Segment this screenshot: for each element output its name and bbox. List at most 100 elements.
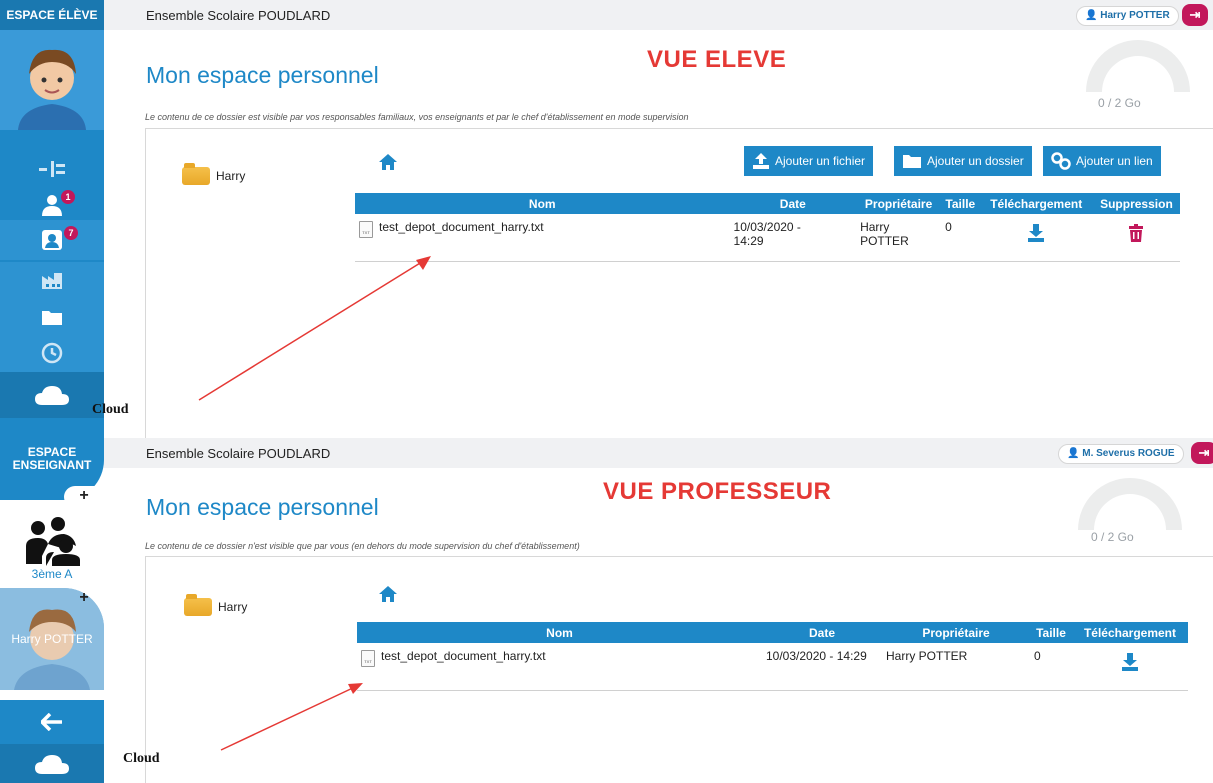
download-icon[interactable] xyxy=(1121,653,1139,671)
user-menu[interactable]: 👤 M. Severus ROGUE xyxy=(1058,444,1184,464)
file-date: 10/03/2020 - 14:29 xyxy=(762,643,882,691)
student-topbar: Ensemble Scolaire POUDLARD 👤 Harry POTTE… xyxy=(104,0,1213,30)
cloud-icon xyxy=(35,386,69,405)
class-label: 3ème A xyxy=(31,567,73,581)
folder-icon xyxy=(42,311,62,325)
folder-icon xyxy=(903,155,921,168)
logout-button[interactable]: ⇥ xyxy=(1191,442,1213,464)
student-view-panel: ESPACE ÉLÈVE 1 7 Ensemble Scolaire POUDL… xyxy=(0,0,1213,438)
file-icon: TXT xyxy=(359,221,373,238)
logout-button[interactable]: ⇥ xyxy=(1182,4,1208,26)
annotation-arrow xyxy=(198,256,431,401)
table-row[interactable]: TXT test_depot_document_harry.txt 10/03/2… xyxy=(357,643,1188,691)
user-icon: 👤 xyxy=(1067,448,1080,459)
student-sidebar: ESPACE ÉLÈVE 1 7 xyxy=(0,0,104,438)
col-delete: Suppression xyxy=(1092,193,1180,214)
file-size: 0 xyxy=(1030,643,1072,691)
school-name: Ensemble Scolaire POUDLARD xyxy=(146,8,331,23)
teacher-view-panel: ESPACE ENSEIGNANT + 3ème A Harry POTTER … xyxy=(0,438,1213,783)
trash-icon[interactable] xyxy=(1129,224,1144,242)
add-file-button[interactable]: Ajouter un fichier xyxy=(744,146,874,176)
sidebar-item-users[interactable]: 1 xyxy=(0,186,104,224)
folder-tree-item[interactable]: Harry xyxy=(182,163,246,185)
sidebar-item-history[interactable] xyxy=(0,334,104,372)
folder-icon xyxy=(182,163,210,185)
add-folder-button[interactable]: Ajouter un dossier xyxy=(894,146,1032,176)
file-name[interactable]: test_depot_document_harry.txt xyxy=(381,649,546,663)
quota-text: 0 / 2 Go xyxy=(1091,530,1134,544)
student-name: Harry POTTER xyxy=(11,632,93,646)
sidebar-item-cloud[interactable] xyxy=(0,744,104,783)
class-item[interactable]: 3ème A xyxy=(0,512,104,584)
folder-icon xyxy=(184,594,212,616)
user-icon: 👤 xyxy=(1085,10,1098,21)
contacts-icon xyxy=(42,230,62,250)
sidebar-item-establishment[interactable] xyxy=(0,262,104,300)
col-download: Téléchargement xyxy=(1072,622,1188,643)
school-name: Ensemble Scolaire POUDLARD xyxy=(146,446,331,461)
quota-gauge xyxy=(1078,478,1182,530)
col-date[interactable]: Date xyxy=(762,622,882,643)
sidebar-item-documents[interactable] xyxy=(0,298,104,336)
sidebar-item-contacts[interactable]: 7 xyxy=(0,220,104,260)
folder-tree-item[interactable]: Harry xyxy=(184,594,248,616)
folder-label: Harry xyxy=(216,169,246,183)
files-table: Nom Date Propriétaire Taille Téléchargem… xyxy=(355,193,1180,262)
sidebar-item-timeline[interactable] xyxy=(0,150,104,188)
add-class-button[interactable]: + xyxy=(64,486,104,508)
annotation-arrow xyxy=(220,683,363,751)
teacher-topbar: Ensemble Scolaire POUDLARD 👤 M. Severus … xyxy=(104,438,1213,468)
file-owner-first: Harry xyxy=(860,220,890,234)
sidebar-title: ESPACE ÉLÈVE xyxy=(0,0,104,30)
factory-icon xyxy=(42,273,62,289)
contacts-badge: 7 xyxy=(64,226,78,240)
cloud-icon xyxy=(35,754,69,774)
file-size: 0 xyxy=(941,214,980,262)
view-label: VUE ELEVE xyxy=(647,46,787,73)
add-link-button[interactable]: Ajouter un lien xyxy=(1043,146,1161,176)
page-title: Mon espace personnel xyxy=(146,62,379,88)
history-icon xyxy=(41,342,63,364)
group-icon xyxy=(26,517,80,566)
visibility-notice: Le contenu de ce dossier est visible par… xyxy=(145,112,689,122)
teacher-sidebar: ESPACE ENSEIGNANT + 3ème A Harry POTTER … xyxy=(0,438,104,783)
col-owner[interactable]: Propriétaire xyxy=(856,193,942,214)
col-owner[interactable]: Propriétaire xyxy=(882,622,1030,643)
student-avatar[interactable] xyxy=(0,30,104,130)
logout-icon: ⇥ xyxy=(1198,445,1210,460)
annotation-cloud: Cloud xyxy=(92,402,129,417)
user-name: Harry POTTER xyxy=(1100,10,1170,21)
logout-icon: ⇥ xyxy=(1189,7,1201,22)
back-arrow-icon xyxy=(41,713,62,731)
annotation-cloud: Cloud xyxy=(123,751,160,766)
home-icon[interactable] xyxy=(378,585,398,603)
file-name[interactable]: test_depot_document_harry.txt xyxy=(379,220,544,234)
col-size[interactable]: Taille xyxy=(941,193,980,214)
download-icon[interactable] xyxy=(1027,224,1045,242)
quota-gauge xyxy=(1086,40,1190,92)
file-date: 10/03/2020 - xyxy=(733,220,801,234)
home-icon[interactable] xyxy=(378,153,398,171)
visibility-notice: Le contenu de ce dossier n'est visible q… xyxy=(145,541,580,551)
col-name[interactable]: Nom xyxy=(357,622,762,643)
table-row[interactable]: TXT test_depot_document_harry.txt 10/03/2… xyxy=(355,214,1180,262)
link-icon xyxy=(1051,152,1071,170)
file-time: 14:29 xyxy=(733,234,764,248)
back-button[interactable] xyxy=(0,700,104,744)
sidebar-title-line2: ENSEIGNANT xyxy=(12,458,92,472)
folder-label: Harry xyxy=(218,600,248,614)
file-owner: Harry POTTER xyxy=(882,643,1030,691)
col-download: Téléchargement xyxy=(979,193,1093,214)
col-name[interactable]: Nom xyxy=(355,193,730,214)
col-date[interactable]: Date xyxy=(729,193,857,214)
view-label: VUE PROFESSEUR xyxy=(603,478,832,505)
user-menu[interactable]: 👤 Harry POTTER xyxy=(1076,6,1179,26)
upload-icon xyxy=(753,153,769,169)
file-owner-last: POTTER xyxy=(860,234,909,248)
page-title: Mon espace personnel xyxy=(146,494,379,520)
add-student-button[interactable]: + xyxy=(64,588,104,608)
col-size[interactable]: Taille xyxy=(1030,622,1072,643)
files-table: Nom Date Propriétaire Taille Téléchargem… xyxy=(357,622,1188,691)
sidebar-item-cloud[interactable] xyxy=(0,372,104,418)
quota-text: 0 / 2 Go xyxy=(1098,96,1141,110)
